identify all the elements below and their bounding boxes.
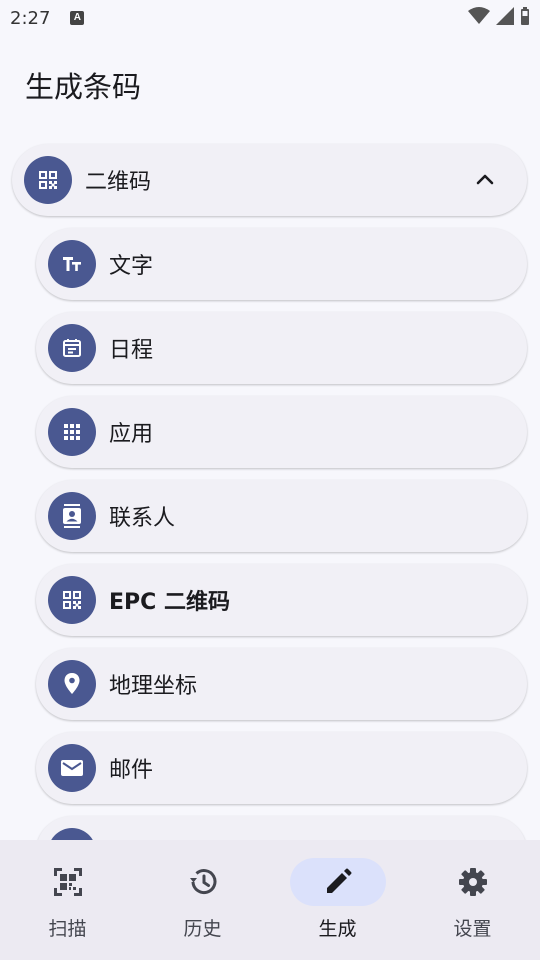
chevron-up-icon[interactable] [473, 168, 497, 192]
list-item-partial[interactable] [36, 816, 527, 840]
text-fields-icon [48, 240, 96, 288]
location-pin-icon [48, 660, 96, 708]
list-item-apps[interactable]: 应用 [36, 396, 527, 468]
list-item-contact[interactable]: 联系人 [36, 480, 527, 552]
nav-icon-container [155, 858, 251, 906]
item-label: 地理坐标 [109, 674, 198, 699]
list-item-event[interactable]: 日程 [36, 312, 527, 384]
notification-icon: A [70, 11, 85, 25]
nav-history[interactable]: 历史 [135, 840, 270, 960]
apps-icon [48, 408, 96, 456]
signal-icon [496, 7, 514, 25]
barcode-type-list[interactable]: 二维码 文字 日程 应用 联系人 EPC 二维码 地理坐标 邮件 [0, 140, 540, 840]
item-label: 文字 [109, 254, 154, 279]
status-bar: 2:27 A [0, 0, 540, 36]
nav-generate[interactable]: 生成 [270, 840, 405, 960]
status-icons [468, 7, 530, 25]
contact-icon [48, 492, 96, 540]
list-item-mail[interactable]: 邮件 [36, 732, 527, 804]
page-title: 生成条码 [25, 70, 142, 104]
item-label: 应用 [109, 422, 154, 447]
nav-label: 扫描 [48, 918, 87, 940]
gear-icon [458, 868, 487, 896]
bottom-navigation: 扫描 历史 生成 设置 [0, 840, 540, 960]
pencil-icon [326, 868, 351, 893]
status-time: 2:27 [10, 7, 51, 29]
battery-icon [521, 7, 529, 25]
nav-icon-container [20, 858, 116, 906]
list-item-icon [48, 828, 96, 840]
nav-icon-container [289, 858, 386, 906]
nav-scan[interactable]: 扫描 [0, 840, 135, 960]
wifi-icon [468, 7, 490, 24]
history-icon [189, 869, 216, 895]
item-label: 日程 [109, 338, 154, 363]
nav-settings[interactable]: 设置 [405, 840, 540, 960]
group-label: 二维码 [85, 170, 152, 195]
item-label: 邮件 [109, 758, 154, 783]
item-label: 联系人 [109, 506, 176, 531]
nav-label: 设置 [453, 918, 492, 940]
nav-label: 生成 [318, 918, 357, 940]
list-item-epc-qr[interactable]: EPC 二维码 [36, 564, 527, 636]
nav-label: 历史 [183, 918, 222, 940]
qr-scan-icon [53, 868, 82, 896]
event-icon [48, 324, 96, 372]
list-item-geo[interactable]: 地理坐标 [36, 648, 527, 720]
mail-icon [48, 744, 96, 792]
group-qr-code[interactable]: 二维码 [12, 144, 527, 216]
list-item-text[interactable]: 文字 [36, 228, 527, 300]
qr-code-icon [48, 576, 96, 624]
nav-icon-container [425, 858, 521, 906]
qr-code-icon [24, 156, 72, 204]
item-label: EPC 二维码 [109, 590, 230, 615]
